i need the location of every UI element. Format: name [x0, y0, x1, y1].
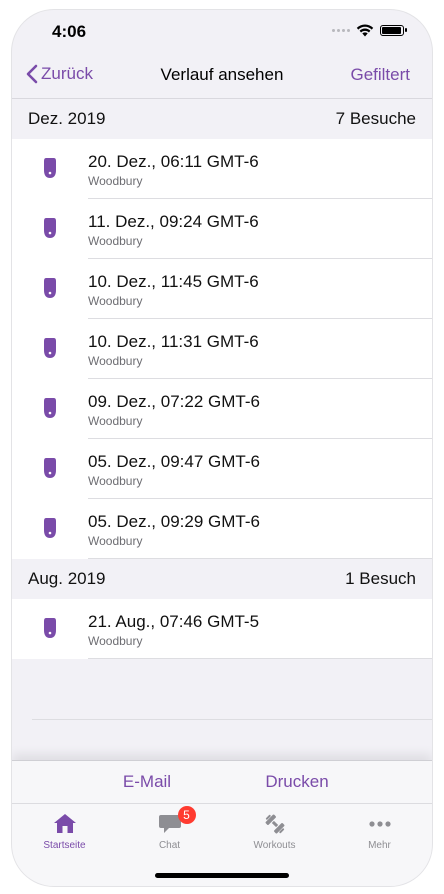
visit-datetime: 20. Dez., 06:11 GMT-6 [88, 152, 259, 171]
tab-label: Chat [158, 840, 181, 851]
status-icons [332, 24, 407, 37]
list-item[interactable]: 05. Dez., 09:29 GMT-6 Woodbury [12, 499, 432, 559]
status-bar: 4:06 [12, 10, 432, 54]
signal-icon [332, 29, 350, 32]
list-item[interactable]: 09. Dez., 07:22 GMT-6 Woodbury [12, 379, 432, 439]
tab-startseite[interactable]: Startseite [15, 812, 115, 851]
section-count: 1 Besuch [345, 569, 416, 588]
email-button[interactable]: E-Mail [72, 772, 222, 792]
dumbbell-icon [265, 814, 284, 834]
list-item[interactable]: 20. Dez., 06:11 GMT-6 Woodbury [12, 139, 432, 199]
section-list-dez: 20. Dez., 06:11 GMT-6 Woodbury 11. Dez.,… [12, 139, 432, 559]
tab-bar: Startseite 5 Chat Workouts Mehr [12, 804, 432, 851]
visit-location: Woodbury [88, 534, 143, 548]
print-button[interactable]: Drucken [222, 772, 372, 792]
more-icon [368, 821, 391, 827]
list-item[interactable]: 21. Aug., 07:46 GMT-5 Woodbury [12, 599, 432, 659]
visit-datetime: 11. Dez., 09:24 GMT-6 [88, 212, 259, 231]
visit-location: Woodbury [88, 414, 143, 428]
action-bar: E-Mail Drucken [12, 761, 432, 804]
section-count: 7 Besuche [335, 109, 416, 128]
home-indicator [155, 873, 289, 878]
tag-icon [44, 278, 56, 298]
tab-mehr[interactable]: Mehr [330, 812, 430, 851]
tab-chat[interactable]: 5 Chat [120, 806, 220, 851]
visit-datetime: 05. Dez., 09:47 GMT-6 [88, 452, 260, 471]
chevron-left-icon [26, 64, 38, 84]
section-header-aug: Aug. 2019 1 Besuch [12, 559, 432, 599]
list-item[interactable]: 10. Dez., 11:31 GMT-6 Woodbury [12, 319, 432, 379]
tab-label: Mehr [368, 840, 391, 851]
wifi-icon [356, 24, 374, 37]
tab-label: Startseite [43, 840, 86, 851]
home-icon [53, 814, 76, 833]
list-item[interactable]: 10. Dez., 11:45 GMT-6 Woodbury [12, 259, 432, 319]
section-header-dez: Dez. 2019 7 Besuche [12, 99, 432, 139]
tag-icon [44, 618, 56, 638]
tag-icon [44, 158, 56, 178]
visit-location: Woodbury [88, 474, 143, 488]
screen: 4:06 Zurück Verlauf ansehen Gefiltert De… [0, 0, 444, 894]
phone-frame: 4:06 Zurück Verlauf ansehen Gefiltert De… [12, 10, 432, 886]
divider [32, 719, 432, 720]
visit-datetime: 10. Dez., 11:45 GMT-6 [88, 272, 259, 291]
visit-location: Woodbury [88, 294, 143, 308]
bottom-panel: E-Mail Drucken Startseite 5 Chat Workout… [12, 760, 432, 886]
empty-list-area [12, 659, 432, 759]
filter-button[interactable]: Gefiltert [350, 65, 410, 85]
section-month: Aug. 2019 [28, 569, 106, 588]
battery-icon [380, 25, 407, 36]
tag-icon [44, 338, 56, 358]
tab-workouts[interactable]: Workouts [225, 812, 325, 851]
list-item[interactable]: 11. Dez., 09:24 GMT-6 Woodbury [12, 199, 432, 259]
navigation-bar: Zurück Verlauf ansehen Gefiltert [12, 54, 432, 99]
back-label: Zurück [41, 64, 93, 83]
visit-datetime: 10. Dez., 11:31 GMT-6 [88, 332, 259, 351]
tag-icon [44, 458, 56, 478]
section-month: Dez. 2019 [28, 109, 106, 128]
visit-location: Woodbury [88, 174, 143, 188]
visit-datetime: 21. Aug., 07:46 GMT-5 [88, 612, 260, 631]
visit-datetime: 05. Dez., 09:29 GMT-6 [88, 512, 260, 531]
tag-icon [44, 518, 56, 538]
visit-location: Woodbury [88, 234, 143, 248]
visit-location: Woodbury [88, 354, 143, 368]
status-time: 4:06 [52, 22, 87, 41]
chat-badge: 5 [177, 806, 196, 824]
visit-location: Woodbury [88, 634, 143, 648]
section-list-aug: 21. Aug., 07:46 GMT-5 Woodbury [12, 599, 432, 659]
list-item[interactable]: 05. Dez., 09:47 GMT-6 Woodbury [12, 439, 432, 499]
tab-label: Workouts [253, 840, 296, 851]
visit-datetime: 09. Dez., 07:22 GMT-6 [88, 392, 260, 411]
tag-icon [44, 398, 56, 418]
back-button[interactable]: Zurück [26, 64, 93, 84]
history-list[interactable]: Dez. 2019 7 Besuche 20. Dez., 06:11 GMT-… [12, 99, 432, 759]
tag-icon [44, 218, 56, 238]
